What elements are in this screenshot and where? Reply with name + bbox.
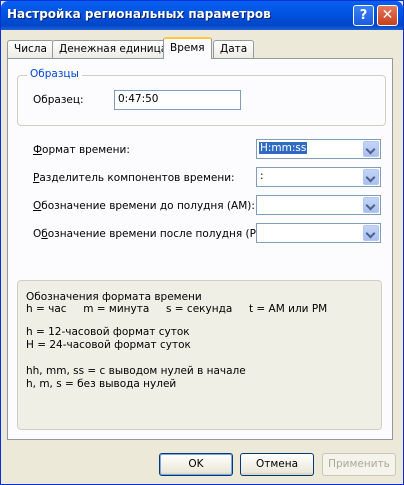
notation-line: H = 24-часовой формат суток (26, 339, 191, 351)
tab-currency[interactable]: Денежная единица (52, 40, 175, 58)
notation-line: h = 12-часовой формат суток (26, 326, 190, 338)
sample-field: 0:47:50 (114, 90, 241, 110)
chevron-down-icon[interactable] (363, 169, 379, 185)
am-symbol-label-text: бозначение времени до полудня (AM): (41, 200, 255, 212)
separator-label: Разделитель компонентов времени: (33, 172, 235, 184)
chevron-down-icon[interactable] (363, 197, 379, 213)
cancel-button[interactable]: Отмена (240, 453, 314, 476)
samples-group-title: Образцы (27, 68, 82, 80)
separator-combo[interactable]: : (256, 167, 381, 187)
time-format-value: H:mm:ss (259, 142, 308, 154)
sample-label: Образец: (33, 94, 84, 106)
ok-button[interactable]: OK (159, 453, 233, 476)
time-format-label-text: ормат времени: (42, 144, 130, 156)
notation-line: hh, mm, ss = с выводом нулей в начале (26, 365, 246, 377)
help-button[interactable]: ? (353, 5, 374, 26)
chevron-down-icon[interactable] (363, 141, 379, 157)
close-button[interactable]: ✕ (377, 5, 398, 26)
format-notation-box: Обозначения формата времени h = час m = … (17, 280, 382, 430)
am-symbol-label: Обозначение времени до полудня (AM): (33, 200, 255, 212)
pm-symbol-label-text: означение времени после полудня (PM): (47, 228, 273, 240)
tab-date[interactable]: Дата (213, 40, 255, 58)
time-format-label: Формат времени: (33, 144, 130, 156)
window-title: Настройка региональных параметров (7, 7, 271, 21)
apply-button[interactable]: Применить (322, 453, 396, 476)
notation-title: Обозначения формата времени (26, 291, 202, 303)
time-format-mnemonic: Ф (33, 144, 43, 156)
notation-line: h = час m = минута s = секунда t = AM ил… (26, 303, 328, 315)
time-format-combo[interactable]: H:mm:ss (256, 139, 381, 159)
pm-symbol-combo[interactable] (256, 223, 381, 243)
tab-numbers[interactable]: Числа (7, 40, 54, 58)
notation-line: h, m, s = без вывода нулей (26, 378, 177, 390)
title-bar: Настройка региональных параметров ? ✕ (1, 1, 403, 30)
separator-value: : (260, 170, 264, 182)
chevron-down-icon[interactable] (363, 225, 379, 241)
pm-symbol-label: Обозначение времени после полудня (PM): (33, 228, 273, 240)
tab-time[interactable]: Время (163, 37, 212, 59)
separator-label-text: азделитель компонентов времени: (39, 172, 235, 184)
am-symbol-combo[interactable] (256, 195, 381, 215)
